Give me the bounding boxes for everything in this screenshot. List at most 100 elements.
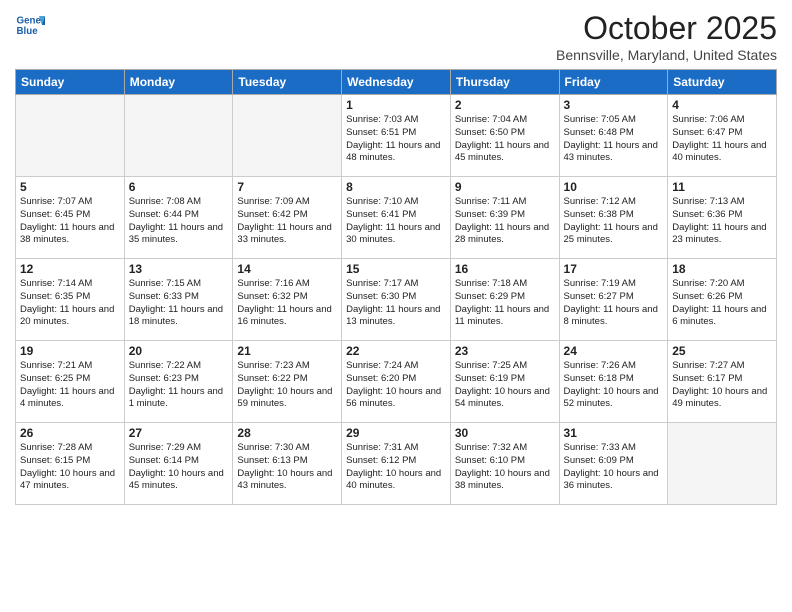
th-friday: Friday xyxy=(559,70,668,95)
day-info: Sunrise: 7:22 AM Sunset: 6:23 PM Dayligh… xyxy=(129,360,229,411)
day-info: Sunrise: 7:23 AM Sunset: 6:22 PM Dayligh… xyxy=(237,360,337,411)
svg-text:Blue: Blue xyxy=(17,26,39,37)
day-info: Sunrise: 7:14 AM Sunset: 6:35 PM Dayligh… xyxy=(20,278,120,329)
calendar-week-3: 19Sunrise: 7:21 AM Sunset: 6:25 PM Dayli… xyxy=(16,341,777,423)
day-number: 4 xyxy=(672,98,772,112)
day-info: Sunrise: 7:11 AM Sunset: 6:39 PM Dayligh… xyxy=(455,196,555,247)
table-row: 18 Sunrise: 7:20 AM Sunset: 6:26 PM Dayli… xyxy=(668,259,777,341)
calendar-week-1: 5 Sunrise: 7:07 AM Sunset: 6:45 PM Daylig… xyxy=(16,177,777,259)
table-row: 9 Sunrise: 7:11 AM Sunset: 6:39 PM Daylig… xyxy=(450,177,559,259)
th-tuesday: Tuesday xyxy=(233,70,342,95)
header-row: Sunday Monday Tuesday Wednesday Thursday… xyxy=(16,70,777,95)
th-sunday: Sunday xyxy=(16,70,125,95)
day-number: 31 xyxy=(564,426,664,440)
day-number: 13 xyxy=(129,262,229,276)
day-number: 23 xyxy=(455,344,555,358)
day-info: Sunrise: 7:20 AM Sunset: 6:26 PM Dayligh… xyxy=(672,278,772,329)
day-number: 6 xyxy=(129,180,229,194)
day-info: Sunrise: 7:05 AM Sunset: 6:48 PM Dayligh… xyxy=(564,114,664,165)
day-info: Sunrise: 7:24 AM Sunset: 6:20 PM Dayligh… xyxy=(346,360,446,411)
day-number: 28 xyxy=(237,426,337,440)
calendar-subtitle: Bennsville, Maryland, United States xyxy=(556,47,777,63)
calendar-page: General Blue October 2025 Bennsville, Ma… xyxy=(0,0,792,612)
table-row: 10 Sunrise: 7:12 AM Sunset: 6:38 PM Dayli… xyxy=(559,177,668,259)
table-row xyxy=(668,423,777,505)
table-row xyxy=(124,95,233,177)
day-info: Sunrise: 7:32 AM Sunset: 6:10 PM Dayligh… xyxy=(455,442,555,493)
day-number: 20 xyxy=(129,344,229,358)
day-info: Sunrise: 7:06 AM Sunset: 6:47 PM Dayligh… xyxy=(672,114,772,165)
day-info: Sunrise: 7:19 AM Sunset: 6:27 PM Dayligh… xyxy=(564,278,664,329)
day-info: Sunrise: 7:13 AM Sunset: 6:36 PM Dayligh… xyxy=(672,196,772,247)
table-row: 20 Sunrise: 7:22 AM Sunset: 6:23 PM Dayli… xyxy=(124,341,233,423)
table-row: 13 Sunrise: 7:15 AM Sunset: 6:33 PM Dayli… xyxy=(124,259,233,341)
table-row: 8Sunrise: 7:10 AM Sunset: 6:41 PM Daylig… xyxy=(342,177,451,259)
day-info: Sunrise: 7:30 AM Sunset: 6:13 PM Dayligh… xyxy=(237,442,337,493)
calendar-week-0: 1Sunrise: 7:03 AM Sunset: 6:51 PM Daylig… xyxy=(16,95,777,177)
day-number: 24 xyxy=(564,344,664,358)
day-number: 16 xyxy=(455,262,555,276)
table-row: 17Sunrise: 7:19 AM Sunset: 6:27 PM Dayli… xyxy=(559,259,668,341)
logo: General Blue xyxy=(15,10,45,40)
table-row: 19Sunrise: 7:21 AM Sunset: 6:25 PM Dayli… xyxy=(16,341,125,423)
table-row: 26 Sunrise: 7:28 AM Sunset: 6:15 PM Dayli… xyxy=(16,423,125,505)
day-number: 25 xyxy=(672,344,772,358)
day-info: Sunrise: 7:27 AM Sunset: 6:17 PM Dayligh… xyxy=(672,360,772,411)
day-info: Sunrise: 7:33 AM Sunset: 6:09 PM Dayligh… xyxy=(564,442,664,493)
table-row: 21 Sunrise: 7:23 AM Sunset: 6:22 PM Dayli… xyxy=(233,341,342,423)
table-row: 12Sunrise: 7:14 AM Sunset: 6:35 PM Dayli… xyxy=(16,259,125,341)
calendar-table: Sunday Monday Tuesday Wednesday Thursday… xyxy=(15,69,777,505)
day-info: Sunrise: 7:28 AM Sunset: 6:15 PM Dayligh… xyxy=(20,442,120,493)
day-number: 14 xyxy=(237,262,337,276)
day-number: 22 xyxy=(346,344,446,358)
table-row: 6Sunrise: 7:08 AM Sunset: 6:44 PM Daylig… xyxy=(124,177,233,259)
day-number: 10 xyxy=(564,180,664,194)
day-number: 19 xyxy=(20,344,120,358)
day-number: 3 xyxy=(564,98,664,112)
day-number: 2 xyxy=(455,98,555,112)
table-row: 31 Sunrise: 7:33 AM Sunset: 6:09 PM Dayli… xyxy=(559,423,668,505)
table-row: 2 Sunrise: 7:04 AM Sunset: 6:50 PM Daylig… xyxy=(450,95,559,177)
day-number: 5 xyxy=(20,180,120,194)
header: General Blue October 2025 Bennsville, Ma… xyxy=(15,10,777,63)
table-row: 30 Sunrise: 7:32 AM Sunset: 6:10 PM Dayli… xyxy=(450,423,559,505)
calendar-week-4: 26 Sunrise: 7:28 AM Sunset: 6:15 PM Dayli… xyxy=(16,423,777,505)
table-row: 29Sunrise: 7:31 AM Sunset: 6:12 PM Dayli… xyxy=(342,423,451,505)
day-info: Sunrise: 7:16 AM Sunset: 6:32 PM Dayligh… xyxy=(237,278,337,329)
day-info: Sunrise: 7:04 AM Sunset: 6:50 PM Dayligh… xyxy=(455,114,555,165)
table-row: 25 Sunrise: 7:27 AM Sunset: 6:17 PM Dayli… xyxy=(668,341,777,423)
day-info: Sunrise: 7:25 AM Sunset: 6:19 PM Dayligh… xyxy=(455,360,555,411)
day-number: 7 xyxy=(237,180,337,194)
day-number: 18 xyxy=(672,262,772,276)
calendar-title: October 2025 xyxy=(556,10,777,47)
calendar-week-2: 12Sunrise: 7:14 AM Sunset: 6:35 PM Dayli… xyxy=(16,259,777,341)
table-row: 28 Sunrise: 7:30 AM Sunset: 6:13 PM Dayli… xyxy=(233,423,342,505)
th-monday: Monday xyxy=(124,70,233,95)
table-row: 24Sunrise: 7:26 AM Sunset: 6:18 PM Dayli… xyxy=(559,341,668,423)
table-row: 5 Sunrise: 7:07 AM Sunset: 6:45 PM Daylig… xyxy=(16,177,125,259)
table-row: 22 Sunrise: 7:24 AM Sunset: 6:20 PM Dayli… xyxy=(342,341,451,423)
table-row xyxy=(16,95,125,177)
day-info: Sunrise: 7:17 AM Sunset: 6:30 PM Dayligh… xyxy=(346,278,446,329)
day-number: 29 xyxy=(346,426,446,440)
day-info: Sunrise: 7:15 AM Sunset: 6:33 PM Dayligh… xyxy=(129,278,229,329)
th-thursday: Thursday xyxy=(450,70,559,95)
day-number: 21 xyxy=(237,344,337,358)
table-row xyxy=(233,95,342,177)
logo-icon: General Blue xyxy=(15,10,45,40)
day-info: Sunrise: 7:07 AM Sunset: 6:45 PM Dayligh… xyxy=(20,196,120,247)
table-row: 16Sunrise: 7:18 AM Sunset: 6:29 PM Dayli… xyxy=(450,259,559,341)
day-info: Sunrise: 7:09 AM Sunset: 6:42 PM Dayligh… xyxy=(237,196,337,247)
day-info: Sunrise: 7:03 AM Sunset: 6:51 PM Dayligh… xyxy=(346,114,446,165)
day-info: Sunrise: 7:29 AM Sunset: 6:14 PM Dayligh… xyxy=(129,442,229,493)
day-info: Sunrise: 7:12 AM Sunset: 6:38 PM Dayligh… xyxy=(564,196,664,247)
th-wednesday: Wednesday xyxy=(342,70,451,95)
day-number: 26 xyxy=(20,426,120,440)
day-info: Sunrise: 7:10 AM Sunset: 6:41 PM Dayligh… xyxy=(346,196,446,247)
day-number: 9 xyxy=(455,180,555,194)
table-row: 3 Sunrise: 7:05 AM Sunset: 6:48 PM Daylig… xyxy=(559,95,668,177)
table-row: 23 Sunrise: 7:25 AM Sunset: 6:19 PM Dayli… xyxy=(450,341,559,423)
table-row: 11Sunrise: 7:13 AM Sunset: 6:36 PM Dayli… xyxy=(668,177,777,259)
table-row: 14 Sunrise: 7:16 AM Sunset: 6:32 PM Dayli… xyxy=(233,259,342,341)
day-number: 30 xyxy=(455,426,555,440)
